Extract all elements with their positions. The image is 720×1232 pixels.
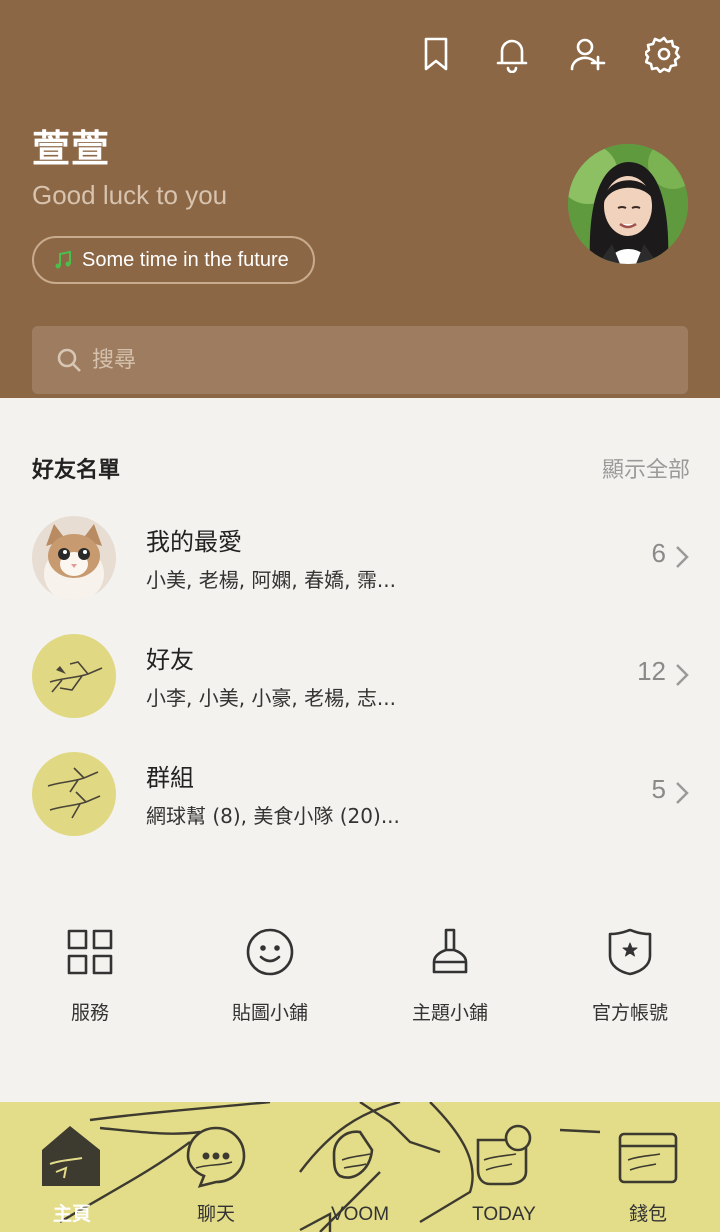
group-members: 小美, 老楊, 阿嫻, 春嬌, 霈... (146, 568, 396, 592)
group-name: 好友 (146, 646, 194, 674)
group-name: 群組 (146, 764, 194, 792)
nav-home[interactable]: 主頁 (0, 1102, 144, 1232)
grid-icon (62, 924, 118, 980)
service-theme-shop[interactable]: 主題小鋪 (360, 924, 540, 1034)
today-icon (476, 1124, 532, 1186)
service-label: 主題小鋪 (411, 1002, 488, 1024)
nav-items: 主頁 聊天 VOOM TODAY 錢包 (0, 1102, 720, 1232)
settings-icon[interactable] (644, 34, 684, 74)
nav-chat[interactable]: 聊天 (144, 1102, 288, 1232)
service-services[interactable]: 服務 (0, 924, 180, 1034)
search-input[interactable] (92, 347, 652, 373)
nav-label: 主頁 (52, 1204, 91, 1225)
group-count: 5 (651, 774, 666, 804)
group-row-friends[interactable]: 好友 小李, 小美, 小豪, 老楊, 志... 12 (0, 620, 720, 730)
chat-icon (186, 1126, 246, 1188)
group-count: 12 (637, 656, 666, 686)
cat-avatar (32, 516, 116, 600)
brush-icon (422, 924, 478, 980)
music-title: Some time in the future (82, 248, 289, 271)
header-actions (416, 34, 684, 74)
voom-icon (332, 1130, 374, 1179)
service-label: 貼圖小鋪 (231, 1002, 308, 1024)
profile-music-button[interactable]: Some time in the future (32, 236, 315, 284)
nav-label: TODAY (472, 1204, 536, 1225)
services-row: 服務 貼圖小鋪 主題小鋪 官方帳號 (0, 924, 720, 1034)
add-friend-icon[interactable] (568, 34, 608, 74)
chevron-right-icon (674, 544, 690, 570)
group-row-groups[interactable]: 群組 網球幫 (8), 美食小隊 (20)... 5 (0, 738, 720, 848)
search-icon (57, 348, 81, 372)
bookmark-icon[interactable] (416, 34, 456, 74)
profile-name[interactable]: 萱萱 (32, 118, 110, 173)
cranes-avatar (32, 752, 116, 836)
crane-avatar (32, 634, 116, 718)
nav-label: 錢包 (628, 1204, 667, 1225)
nav-voom[interactable]: VOOM (288, 1102, 432, 1232)
nav-today[interactable]: TODAY (432, 1102, 576, 1232)
shield-star-icon (602, 924, 658, 980)
service-label: 服務 (70, 1002, 109, 1024)
group-members: 小李, 小美, 小豪, 老楊, 志... (146, 686, 396, 710)
nav-label: 聊天 (196, 1204, 235, 1225)
status-message[interactable]: Good luck to you (32, 180, 227, 211)
music-note-icon (55, 250, 71, 269)
group-row-favorites[interactable]: 我的最愛 小美, 老楊, 阿嫻, 春嬌, 霈... 6 (0, 502, 720, 612)
chevron-right-icon (674, 780, 690, 806)
profile-header: 萱萱 Good luck to you Some time in the fut… (0, 0, 720, 398)
friend-list-title: 好友名單 (32, 458, 121, 483)
group-members: 網球幫 (8), 美食小隊 (20)... (146, 804, 400, 828)
nav-label: VOOM (330, 1204, 390, 1225)
service-official-accounts[interactable]: 官方帳號 (540, 924, 720, 1034)
service-label: 官方帳號 (591, 1002, 668, 1024)
service-sticker-shop[interactable]: 貼圖小鋪 (180, 924, 360, 1034)
group-name: 我的最愛 (146, 528, 242, 556)
group-count: 6 (651, 538, 666, 568)
bottom-navigation: 主頁 聊天 VOOM TODAY 錢包 (0, 1102, 720, 1232)
wallet-icon (618, 1132, 678, 1184)
home-icon (42, 1126, 100, 1186)
nav-wallet[interactable]: 錢包 (576, 1102, 720, 1232)
show-all-link[interactable]: 顯示全部 (602, 452, 690, 484)
chevron-right-icon (674, 662, 690, 688)
search-bar[interactable] (32, 326, 688, 394)
bell-icon[interactable] (492, 34, 532, 74)
smiley-icon (242, 924, 298, 980)
profile-avatar[interactable] (568, 144, 688, 264)
